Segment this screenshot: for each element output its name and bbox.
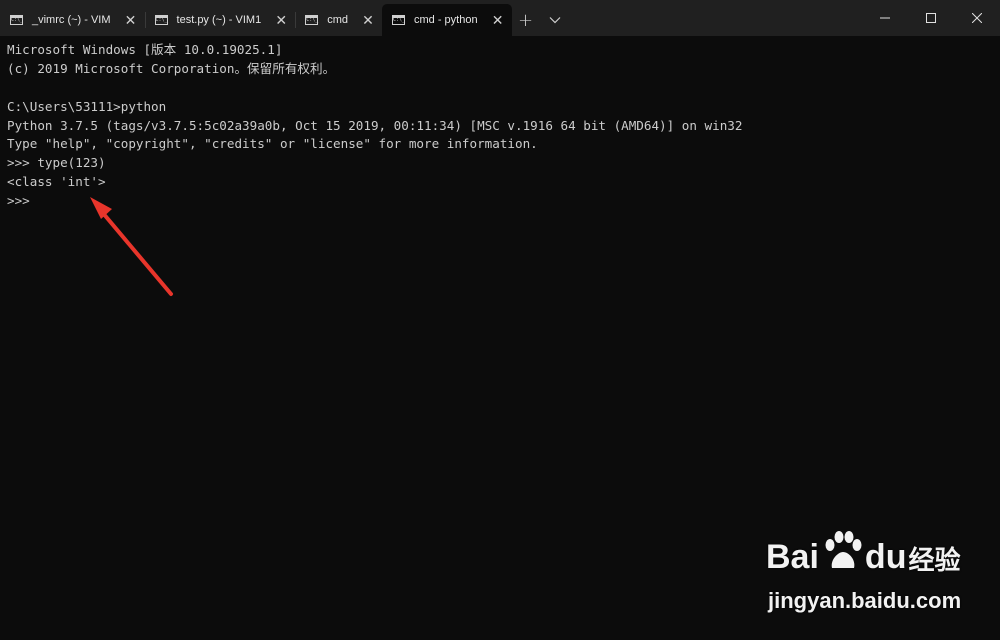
tab-cmd-python[interactable]: cmd - python ✕: [381, 4, 512, 36]
watermark-brand-left: Bai: [766, 538, 819, 576]
console-icon: [10, 15, 23, 25]
tab-close-icon[interactable]: ✕: [123, 12, 139, 28]
watermark-url: jingyan.baidu.com: [768, 588, 962, 613]
maximize-icon: [926, 13, 936, 23]
baidu-watermark: Bai du 经验 jingyan.baidu.com: [766, 530, 966, 620]
maximize-button[interactable]: [908, 0, 954, 36]
tab-close-icon[interactable]: ✕: [490, 12, 506, 28]
baidu-logo: Bai du 经验: [766, 530, 960, 574]
window-controls: [862, 0, 1000, 36]
terminal-line: <class 'int'>: [7, 174, 106, 190]
terminal-line: Type "help", "copyright", "credits" or "…: [7, 136, 538, 152]
chevron-down-icon: [549, 17, 561, 24]
new-tab-button[interactable]: +: [512, 4, 540, 36]
close-button[interactable]: [954, 0, 1000, 36]
tab-close-icon[interactable]: ✕: [360, 12, 376, 28]
close-icon: [972, 13, 982, 23]
terminal-line: Microsoft Windows [版本 10.0.19025.1]: [7, 42, 283, 57]
terminal-line: (c) 2019 Microsoft Corporation。保留所有权利。: [7, 60, 336, 76]
terminal-output[interactable]: Microsoft Windows [版本 10.0.19025.1] (c) …: [7, 41, 993, 211]
console-icon: [305, 15, 318, 25]
console-icon: [391, 15, 405, 25]
paw-icon: [825, 531, 862, 568]
tab-label: cmd: [327, 14, 348, 26]
tab-label: test.py (~) - VIM1: [176, 14, 262, 26]
tab-dropdown-button[interactable]: [540, 4, 570, 36]
tab-label: _vimrc (~) - VIM: [32, 14, 111, 26]
watermark-brand-right: du: [864, 538, 907, 576]
tab-label: cmd - python: [413, 14, 478, 26]
title-bar: _vimrc (~) - VIM ✕ test.py (~) - VIM1 ✕ …: [0, 0, 1000, 36]
terminal-line: >>> type(123): [7, 155, 106, 171]
console-icon: [154, 15, 168, 25]
terminal-prompt: >>>: [7, 193, 30, 209]
minimize-icon: [880, 17, 890, 19]
tab-close-icon[interactable]: ✕: [273, 12, 289, 28]
terminal-line: Python 3.7.5 (tags/v3.7.5:5c02a39a0b, Oc…: [7, 117, 743, 133]
tab-cmd[interactable]: cmd ✕: [295, 4, 382, 36]
minimize-button[interactable]: [862, 0, 908, 36]
tab-test-py[interactable]: test.py (~) - VIM1 ✕: [144, 4, 296, 36]
terminal-line: C:\Users\53111>python: [7, 98, 167, 114]
watermark-product: 经验: [908, 546, 961, 576]
tab-vimrc[interactable]: _vimrc (~) - VIM ✕: [0, 4, 145, 36]
